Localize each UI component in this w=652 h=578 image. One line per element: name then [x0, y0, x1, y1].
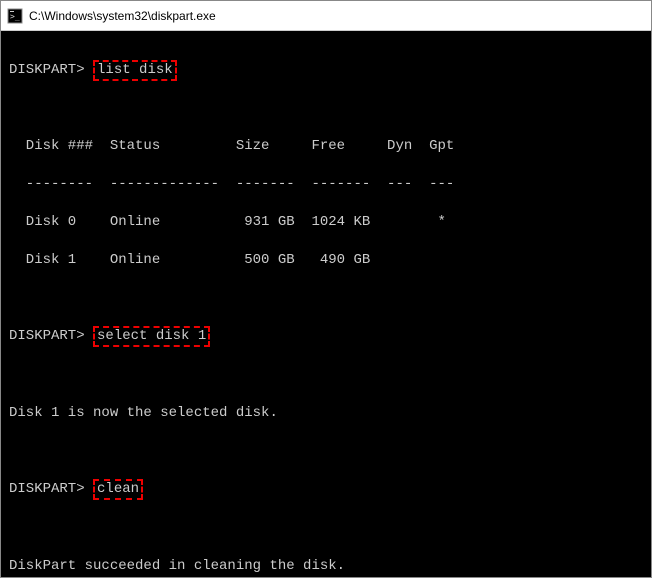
prompt: DISKPART>	[9, 481, 85, 497]
msg-selected-disk: Disk 1 is now the selected disk.	[9, 404, 643, 423]
prompt: DISKPART>	[9, 328, 85, 344]
app-icon: >_	[7, 8, 23, 24]
prompt: DISKPART>	[9, 62, 85, 78]
disk-row-1: Disk 1 Online 500 GB 490 GB	[9, 251, 643, 270]
titlebar[interactable]: >_ C:\Windows\system32\diskpart.exe	[1, 1, 651, 31]
diskpart-window: >_ C:\Windows\system32\diskpart.exe DISK…	[0, 0, 652, 578]
msg-clean-ok: DiskPart succeeded in cleaning the disk.	[9, 557, 643, 576]
disk-table-divider: -------- ------------- ------- ------- -…	[9, 175, 643, 194]
cmd-list-disk: list disk	[93, 60, 177, 81]
window-title: C:\Windows\system32\diskpart.exe	[29, 9, 216, 23]
disk-table-header: Disk ### Status Size Free Dyn Gpt	[9, 137, 643, 156]
cmd-clean: clean	[93, 479, 143, 500]
disk-row-0: Disk 0 Online 931 GB 1024 KB *	[9, 213, 643, 232]
cmd-select-disk: select disk 1	[93, 326, 210, 347]
terminal-output[interactable]: DISKPART> list disk Disk ### Status Size…	[1, 31, 651, 577]
svg-text:>_: >_	[10, 12, 20, 21]
